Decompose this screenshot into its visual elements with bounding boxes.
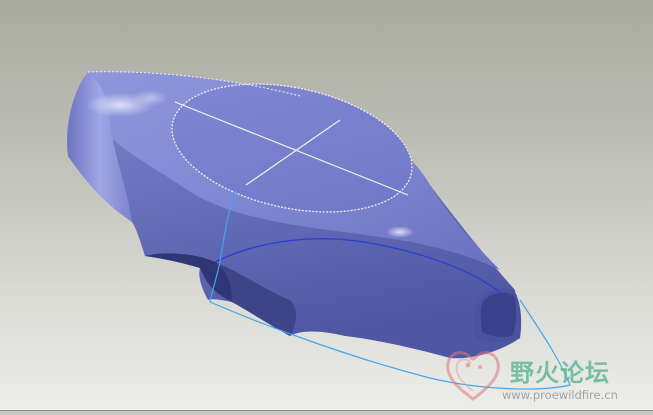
model-viewport[interactable]: 野火论坛 www.proewildfire.cn [0, 0, 653, 415]
right-end-inner-face [480, 292, 517, 337]
highlight-left-2 [132, 90, 168, 106]
watermark-url: www.proewildfire.cn [502, 388, 618, 402]
viewport-bottom-border [0, 410, 653, 415]
highlight-right [386, 226, 414, 238]
forum-watermark: 野火论坛 www.proewildfire.cn [440, 345, 650, 407]
watermark-title: 野火论坛 [510, 359, 610, 387]
heart-logo-icon [446, 351, 500, 401]
